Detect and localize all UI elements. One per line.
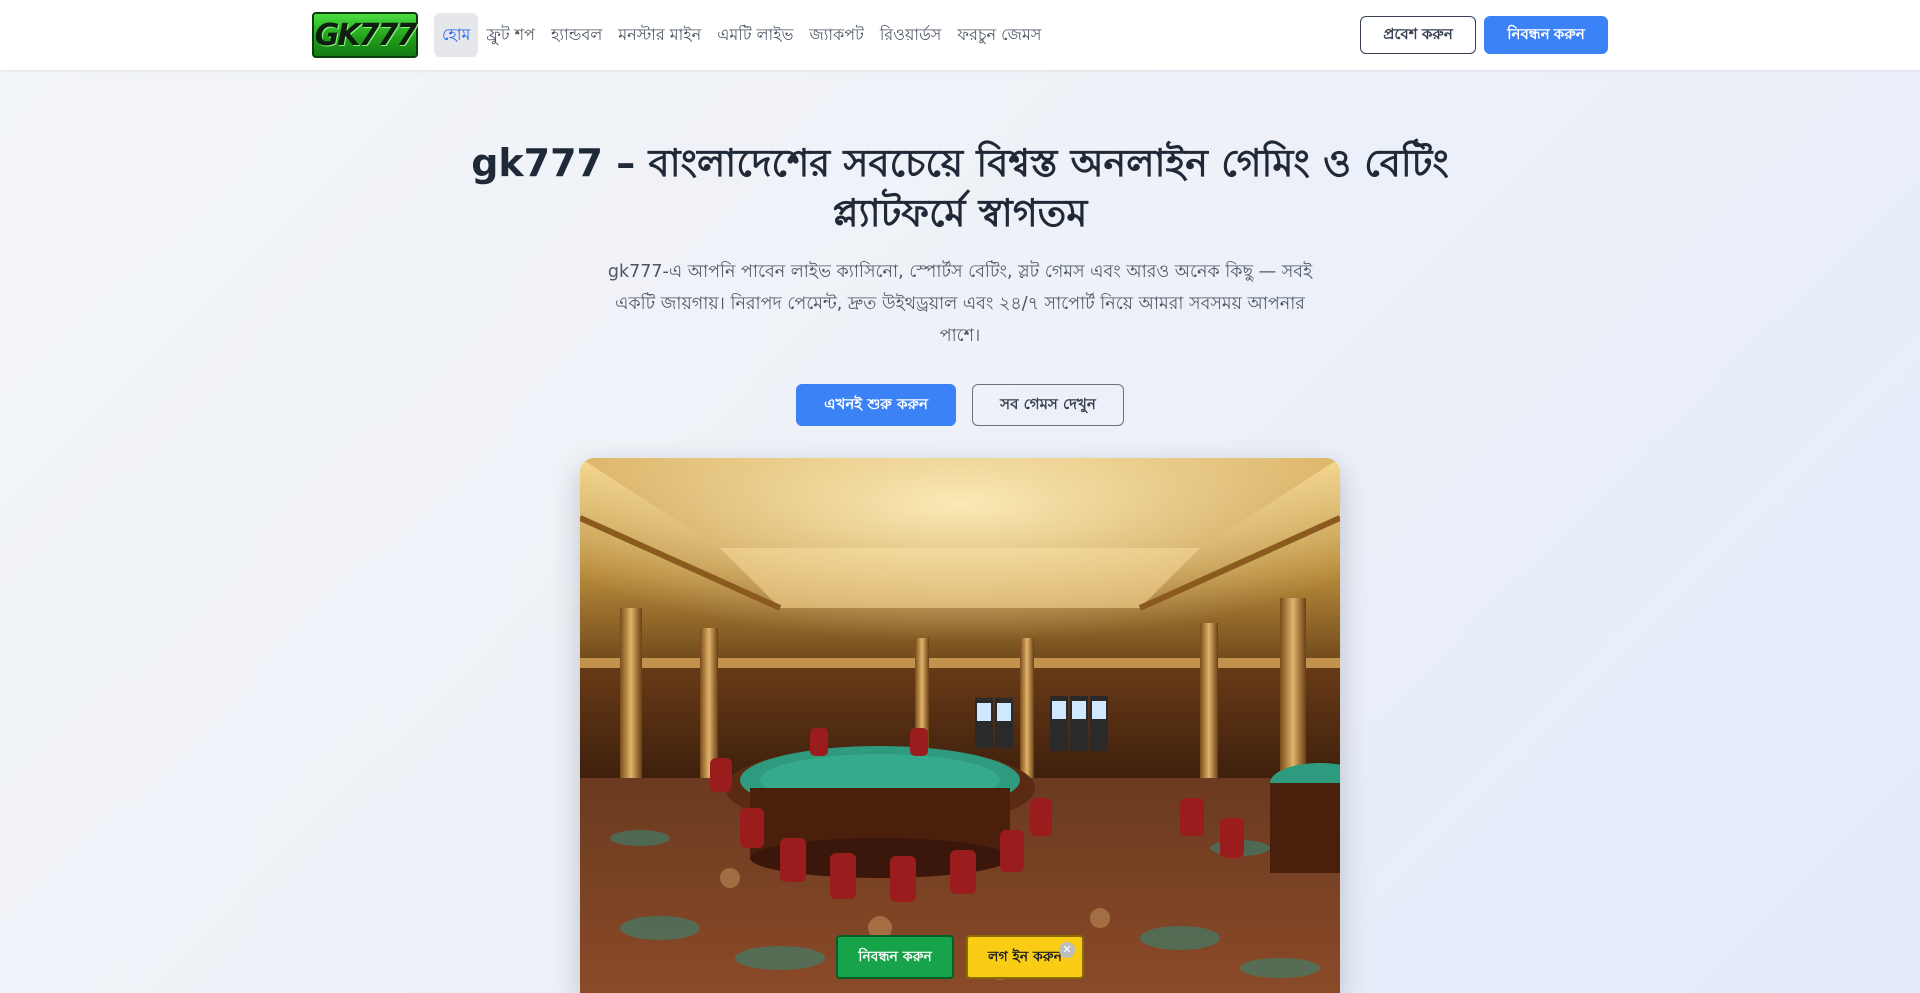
view-all-games-button[interactable]: সব গেমস দেখুন — [972, 384, 1124, 426]
floating-register-button[interactable]: নিবন্ধন করুন — [836, 935, 954, 979]
main-nav: হোম ফ্রুট শপ হ্যান্ডবল মনস্টার মাইন এমটি… — [434, 13, 1049, 57]
hero-title: gk777 – বাংলাদেশের সবচেয়ে বিশ্বস্ত অনলা… — [471, 141, 1449, 235]
register-button[interactable]: নিবন্ধন করুন — [1484, 16, 1608, 54]
nav-item-mt-live[interactable]: এমটি লাইভ — [709, 13, 801, 57]
nav-item-fortune-gems[interactable]: ফরচুন জেমস — [949, 13, 1049, 57]
nav-item-handball[interactable]: হ্যান্ডবল — [543, 13, 610, 57]
hero-description: gk777-এ আপনি পাবেন লাইভ ক্যাসিনো, স্পোর্… — [607, 262, 1313, 346]
nav-item-fruit-shop[interactable]: ফ্রুট শপ — [478, 13, 543, 57]
start-now-button[interactable]: এখনই শুরু করুন — [796, 384, 956, 426]
casino-interior-image — [580, 458, 1340, 993]
login-button[interactable]: প্রবেশ করুন — [1360, 16, 1476, 54]
gk777-logo[interactable]: GK777 — [312, 12, 418, 58]
site-header: GK777 হোম ফ্রুট শপ হ্যান্ডবল মনস্টার মাই… — [0, 0, 1920, 70]
close-icon[interactable]: ✕ — [1059, 942, 1075, 958]
nav-item-monster-mine[interactable]: মনস্টার মাইন — [610, 13, 709, 57]
nav-item-jackpot[interactable]: জ্যাকপট — [801, 13, 871, 57]
nav-item-rewards[interactable]: রিওয়ার্ডস — [872, 13, 950, 57]
nav-item-home[interactable]: হোম — [434, 13, 479, 57]
